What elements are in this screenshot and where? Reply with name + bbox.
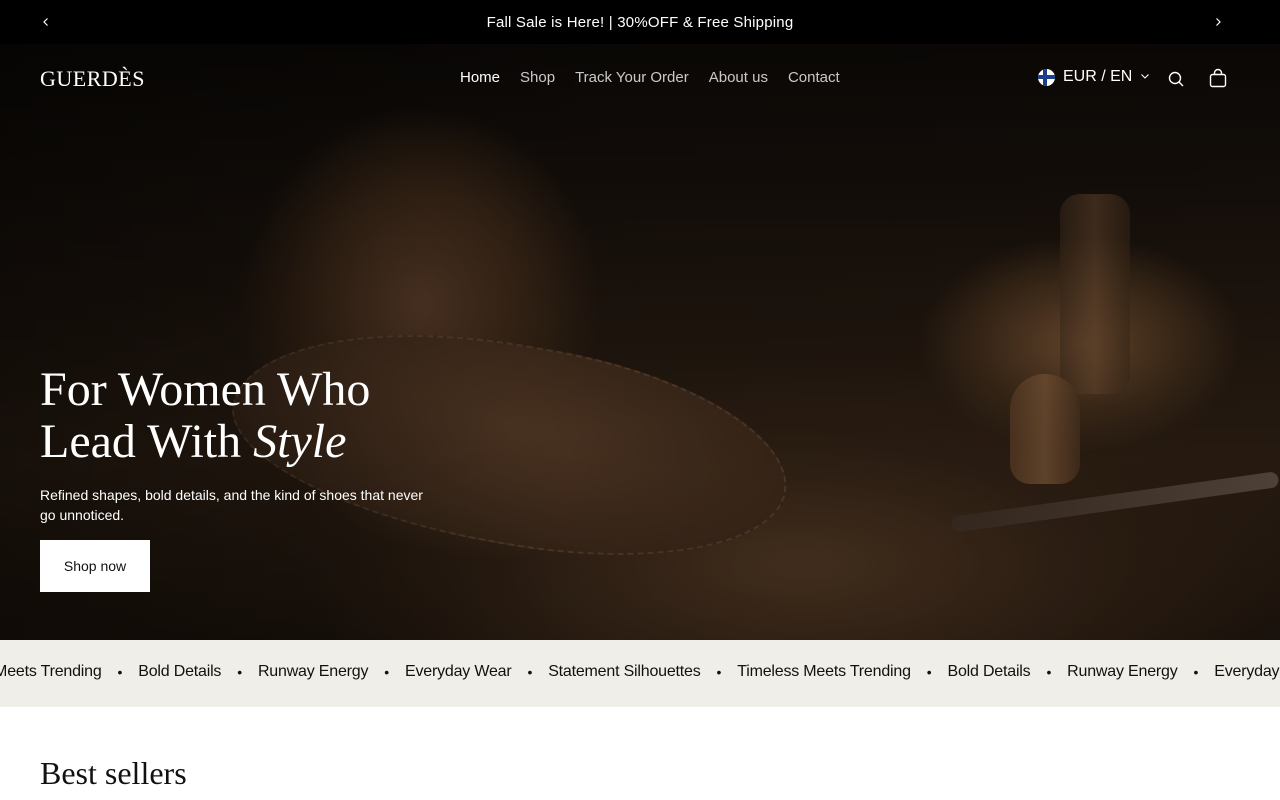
marquee-track: Timeless Meets Trending • Bold Details •… bbox=[0, 663, 1280, 681]
marquee-item: Statement Silhouettes bbox=[548, 663, 701, 680]
hero-subtitle: Refined shapes, bold details, and the ki… bbox=[40, 487, 423, 523]
marquee-separator: • bbox=[527, 664, 533, 680]
cart-icon[interactable] bbox=[1207, 68, 1229, 90]
finland-flag-icon bbox=[1038, 68, 1055, 86]
marquee-item: Timeless Meets Trending bbox=[737, 663, 911, 680]
marquee-item: Everyday Wear bbox=[1214, 663, 1280, 680]
marquee-separator: • bbox=[926, 664, 932, 680]
marquee-separator: • bbox=[384, 664, 389, 680]
hero-banner bbox=[0, 44, 1280, 640]
best-sellers-title: Best sellers bbox=[40, 755, 187, 791]
marquee-separator: • bbox=[237, 664, 242, 680]
nav-home[interactable]: Home bbox=[460, 69, 500, 87]
marquee-item: Bold Details bbox=[947, 663, 1031, 680]
hero-overlay bbox=[0, 44, 1280, 640]
locale-label: EUR / EN bbox=[1063, 68, 1133, 85]
marquee-separator: • bbox=[117, 664, 123, 680]
nav-track-order[interactable]: Track Your Order bbox=[575, 69, 689, 87]
chevron-down-icon bbox=[1140, 68, 1150, 86]
nav-about[interactable]: About us bbox=[709, 69, 768, 87]
announcement-text: Fall Sale is Here! | 30%OFF & Free Shipp… bbox=[486, 13, 794, 31]
chevron-left-icon[interactable] bbox=[36, 12, 56, 32]
hero-title-line1: For Women Who bbox=[40, 363, 371, 416]
search-icon[interactable] bbox=[1165, 68, 1187, 90]
main-nav: Home Shop Track Your Order About us Cont… bbox=[460, 69, 840, 87]
nav-contact[interactable]: Contact bbox=[788, 69, 840, 87]
marquee-item: Runway Energy bbox=[257, 663, 369, 680]
hero-title-line2: Lead With bbox=[40, 415, 254, 468]
chevron-right-icon[interactable] bbox=[1208, 12, 1228, 32]
marquee-separator: • bbox=[1193, 664, 1199, 680]
shop-now-button[interactable]: Shop now bbox=[40, 540, 150, 592]
announcement-bar: Fall Sale is Here! | 30%OFF & Free Shipp… bbox=[0, 0, 1280, 44]
nav-shop[interactable]: Shop bbox=[520, 69, 555, 87]
marquee-separator: • bbox=[716, 664, 722, 680]
hero-title-italic: Style bbox=[253, 415, 347, 468]
marquee-strip: Timeless Meets Trending • Bold Details •… bbox=[0, 640, 1280, 707]
marquee-separator: • bbox=[1046, 664, 1052, 680]
marquee-item: Timeless Meets Trending bbox=[0, 663, 102, 680]
locale-selector[interactable]: EUR / EN bbox=[1038, 68, 1150, 86]
marquee-item: Everyday Wear bbox=[405, 663, 512, 680]
marquee-item: Runway Energy bbox=[1067, 663, 1178, 680]
brand-logo[interactable]: GUERDÈS bbox=[40, 66, 145, 92]
marquee-item: Bold Details bbox=[138, 663, 222, 680]
hero-title: For Women Who Lead With Style bbox=[40, 364, 460, 468]
